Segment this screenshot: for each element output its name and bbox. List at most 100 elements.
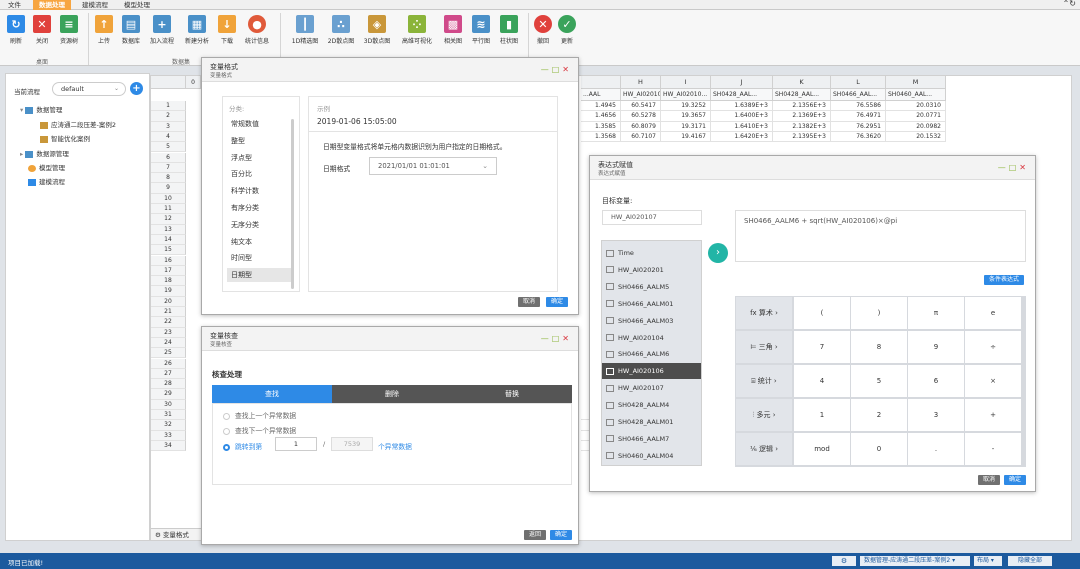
hide-all-button[interactable]: 隐藏全部	[1008, 556, 1052, 566]
row-number[interactable]: 11	[151, 204, 186, 215]
table-cell[interactable]: 1.6389E+3	[711, 101, 773, 112]
row-number[interactable]: 22	[151, 317, 186, 328]
table-cell[interactable]: 76.3620	[831, 131, 886, 143]
row-number[interactable]: 12	[151, 214, 186, 225]
table-cell[interactable]: 1.4945	[581, 101, 621, 112]
category-item[interactable]: 百分比	[227, 167, 291, 181]
date-format-select[interactable]: 2021/01/01 01:01:01 ⌄	[369, 157, 497, 175]
category-item[interactable]: 科学计数	[227, 184, 291, 198]
keypad-key[interactable]: 5	[851, 365, 907, 397]
table-cell[interactable]: 1.6420E+3	[711, 131, 773, 143]
table-cell[interactable]: 60.5278	[621, 111, 661, 122]
keypad-category-4[interactable]: ⅙ 逻辑 ›	[736, 433, 792, 465]
maximize-icon[interactable]: □	[552, 65, 563, 74]
variable-item[interactable]: HW_AI020201	[602, 262, 701, 278]
row-number[interactable]: 1	[151, 101, 186, 112]
row-number[interactable]: 9	[151, 183, 186, 194]
col-header-I[interactable]: I	[661, 76, 711, 89]
keypad-key[interactable]: +	[965, 399, 1021, 431]
table-cell[interactable]: 2.1369E+3	[773, 111, 831, 122]
keypad-key[interactable]: ×	[965, 365, 1021, 397]
row-number[interactable]: 4	[151, 131, 186, 143]
project-path-select[interactable]: 数据管理-应涛通二段压差-案例2 ▾	[860, 556, 970, 566]
tree-item-case2[interactable]: 应涛通二段压差-案例2	[40, 119, 116, 129]
insert-variable-button[interactable]: ›	[708, 243, 728, 263]
row-number[interactable]: 7	[151, 162, 186, 174]
keypad-key[interactable]: e	[965, 297, 1021, 329]
close-icon[interactable]: ✕	[1019, 163, 1029, 172]
tree-item-model-management[interactable]: 模型管理	[28, 162, 65, 172]
category-item[interactable]: 时间型	[227, 251, 291, 265]
maximize-icon[interactable]: □	[1009, 163, 1020, 172]
row-number[interactable]: 25	[151, 348, 186, 359]
keypad-key[interactable]: 4	[794, 365, 850, 397]
category-scrollbar[interactable]	[291, 119, 294, 289]
condition-expression-button[interactable]: 条件表达式	[984, 275, 1025, 285]
upload-button[interactable]: ↑ 上传	[92, 13, 116, 55]
database-button[interactable]: ▤ 数据库	[118, 13, 144, 55]
row-number[interactable]: 26	[151, 358, 186, 369]
table-cell[interactable]: 19.4167	[661, 131, 711, 143]
variable-item[interactable]: SH0460_AALM04	[602, 448, 701, 464]
keypad-key[interactable]: 3	[908, 399, 964, 431]
col-header[interactable]	[581, 76, 621, 89]
update-button[interactable]: ✓ 更新	[556, 13, 578, 55]
table-cell[interactable]: 60.7107	[621, 131, 661, 143]
variable-item[interactable]: HW_AI020107	[602, 380, 701, 396]
row-number[interactable]: 8	[151, 173, 186, 184]
layout-select[interactable]: 布局 ▾	[974, 556, 1002, 566]
table-cell[interactable]: 20.1532	[886, 131, 946, 143]
gear-icon[interactable]: ⚙	[832, 556, 856, 566]
tab-find[interactable]: 查找	[212, 385, 332, 403]
variable-item[interactable]: SH0466_AALM5	[602, 279, 701, 295]
tree-item-datasource[interactable]: ▸ 数据源管理	[20, 148, 69, 158]
bar-chart-button[interactable]: ▮ 柱状图	[496, 13, 522, 55]
col-header-M[interactable]: M	[886, 76, 946, 89]
table-cell[interactable]: 1.6410E+3	[711, 121, 773, 132]
menu-tab-modeling-flow[interactable]: 建模流程	[76, 0, 114, 10]
category-item[interactable]: 常规数值	[227, 117, 291, 131]
scatter-3d-button[interactable]: ◈ 3D散点图	[360, 13, 394, 55]
col-header-J[interactable]: J	[711, 76, 773, 89]
row-number[interactable]: 13	[151, 224, 186, 235]
category-item[interactable]: 无序分类	[227, 218, 291, 232]
variable-item[interactable]: SH0466_AALM7	[602, 431, 701, 447]
row-number[interactable]: 16	[151, 255, 186, 266]
tree-item-data-management[interactable]: ▾ 数据管理	[20, 104, 62, 114]
correlation-button[interactable]: ▩ 相关图	[440, 13, 466, 55]
flow-select[interactable]: default ⌄	[52, 82, 126, 96]
col-header-H[interactable]: H	[621, 76, 661, 89]
row-number[interactable]: 17	[151, 265, 186, 277]
row-number[interactable]: 31	[151, 410, 186, 421]
resource-tree-button[interactable]: ≡ 资源树	[56, 13, 82, 55]
expression-textarea[interactable]: SH0466_AALM6 + sqrt(HW_AI020106)×@pi	[735, 210, 1026, 262]
row-number[interactable]: 19	[151, 286, 186, 297]
row-number[interactable]: 18	[151, 276, 186, 287]
keypad-key[interactable]: 7	[794, 331, 850, 363]
variable-item[interactable]: SH0428_AALM01	[602, 414, 701, 430]
table-cell[interactable]: 2.1356E+3	[773, 101, 831, 112]
category-item[interactable]: 浮点型	[227, 151, 291, 165]
keypad-key[interactable]: mod	[794, 433, 850, 465]
row-number[interactable]: 3	[151, 121, 186, 132]
keypad-key[interactable]: 8	[851, 331, 907, 363]
add-flow-button[interactable]: + 加入流程	[146, 13, 178, 55]
close-icon[interactable]: ✕	[562, 65, 572, 74]
chart-1d-button[interactable]: ┃ 1D精选图	[288, 13, 322, 55]
row-number[interactable]: 32	[151, 420, 186, 431]
table-cell[interactable]: 76.4971	[831, 111, 886, 122]
table-cell[interactable]: 20.0771	[886, 111, 946, 122]
find-prev-option[interactable]: 查找上一个异常数据	[223, 410, 296, 420]
row-number[interactable]: 23	[151, 327, 186, 338]
download-button[interactable]: ↓ 下载	[216, 13, 238, 55]
hd-visual-button[interactable]: ⁘ 高维可视化	[396, 13, 438, 55]
minimize-icon[interactable]: —	[998, 163, 1009, 172]
close-icon[interactable]: ✕	[562, 334, 572, 343]
find-next-option[interactable]: 查找下一个异常数据	[223, 425, 296, 435]
variable-item[interactable]: Time	[602, 245, 701, 261]
keypad-category-2[interactable]: ⌸ 统计 ›	[736, 365, 792, 397]
ok-button[interactable]: 确定	[550, 530, 573, 540]
keypad-key[interactable]: )	[851, 297, 907, 329]
category-item[interactable]: 有序分类	[227, 201, 291, 215]
keypad-key[interactable]: (	[794, 297, 850, 329]
